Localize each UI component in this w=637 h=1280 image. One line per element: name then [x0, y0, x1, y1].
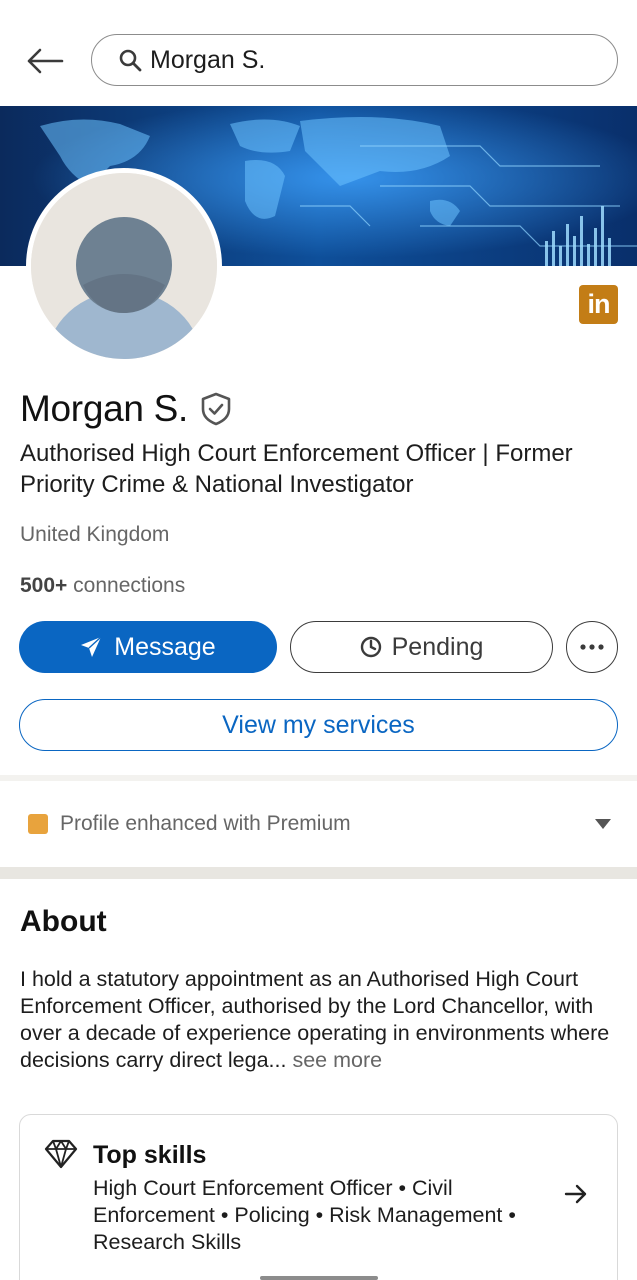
view-services-label: View my services	[222, 710, 415, 739]
more-options-button[interactable]	[566, 621, 618, 673]
message-label: Message	[114, 632, 216, 661]
pending-label: Pending	[391, 632, 484, 661]
about-text-block: I hold a statutory appointment as an Aut…	[20, 966, 625, 1074]
profile-name: Morgan S.	[20, 388, 188, 429]
view-services-button[interactable]: View my services	[19, 699, 618, 751]
connections-number: 500+	[20, 574, 68, 597]
avatar[interactable]	[26, 168, 222, 364]
top-skills-heading: Top skills	[93, 1141, 207, 1169]
premium-icon	[28, 814, 48, 834]
section-divider-thick	[0, 867, 637, 879]
connections-label: connections	[73, 574, 186, 597]
send-icon	[80, 636, 102, 658]
verified-shield-icon[interactable]	[200, 392, 234, 426]
diamond-icon	[44, 1139, 78, 1173]
search-icon	[118, 47, 144, 73]
chevron-down-icon[interactable]	[593, 814, 613, 834]
more-dots-icon	[580, 644, 604, 650]
about-heading: About	[20, 905, 107, 938]
pending-button[interactable]: Pending	[290, 621, 553, 673]
top-skills-list: High Court Enforcement Officer • Civil E…	[93, 1176, 516, 1254]
profile-headline: Authorised High Court Enforcement Office…	[20, 440, 573, 498]
profile-location: United Kingdom	[20, 523, 170, 546]
linkedin-logo-icon: in	[579, 285, 618, 324]
profile-name-row: Morgan S.	[20, 388, 234, 430]
premium-label: Profile enhanced with Premium	[60, 812, 351, 835]
search-query: Morgan S.	[150, 45, 266, 74]
back-arrow-icon[interactable]	[22, 40, 68, 82]
message-button[interactable]: Message	[19, 621, 277, 673]
top-bar: Morgan S.	[0, 0, 637, 104]
clock-icon	[360, 636, 382, 658]
arrow-right-icon[interactable]	[564, 1181, 590, 1207]
see-more-link[interactable]: see more	[292, 1048, 382, 1072]
top-skills-card[interactable]: Top skills High Court Enforcement Office…	[19, 1114, 618, 1280]
premium-enhanced-row[interactable]: Profile enhanced with Premium	[0, 781, 637, 867]
home-indicator	[260, 1276, 378, 1280]
connections-count[interactable]: 500+ connections	[20, 574, 185, 598]
search-input[interactable]: Morgan S.	[91, 34, 618, 86]
